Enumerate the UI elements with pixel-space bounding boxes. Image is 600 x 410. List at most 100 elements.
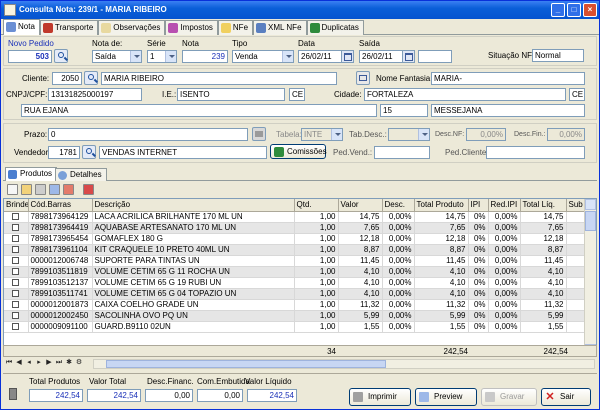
new-item-icon[interactable] [7, 184, 18, 195]
nota-de-select[interactable]: Saída [92, 50, 142, 63]
brinde-checkbox[interactable] [12, 212, 20, 220]
column-header[interactable]: Descrição [92, 199, 295, 212]
refresh-icon[interactable]: ⚙ [75, 359, 83, 367]
preview-button[interactable]: Preview [415, 388, 477, 406]
tab-nota[interactable]: Nota [3, 19, 40, 35]
tab-observacoes[interactable]: Observações [98, 20, 166, 35]
numero-field[interactable]: 15 [380, 104, 428, 117]
uf2-field[interactable]: CE [569, 88, 585, 101]
cliente-codigo-field[interactable]: 2050 [52, 72, 82, 85]
column-header[interactable]: Cód.Barras [28, 199, 93, 212]
chevron-down-icon[interactable] [165, 51, 176, 62]
cnpj-field[interactable]: 13131825000197 [48, 88, 142, 101]
table-row[interactable]: 0000012002450 SACOLINHA OVO PQ UN 1,00 5,99… [4, 310, 585, 322]
calendar-icon[interactable] [402, 51, 414, 62]
column-header[interactable]: Sub [566, 199, 585, 212]
novo-pedido-field[interactable]: 503 [8, 50, 52, 63]
chevron-down-icon[interactable] [418, 129, 429, 140]
brinde-checkbox[interactable] [12, 256, 20, 264]
prazo-button[interactable] [252, 127, 266, 141]
products-grid[interactable]: Brinde Cód.Barras Descrição Qtd. Valor Desc. T… [3, 198, 597, 356]
ie-field[interactable]: ISENTO [177, 88, 285, 101]
tab-duplicatas[interactable]: Duplicatas [306, 20, 364, 35]
table-row[interactable]: 0000009091100 GUARD.B9110 02UN 1,00 1,55 0,0… [4, 321, 585, 333]
tab-desc-select[interactable] [388, 128, 430, 141]
next-record-icon[interactable]: ▸ [35, 359, 43, 367]
imprimir-button[interactable]: Imprimir [349, 388, 411, 406]
edit-item-icon[interactable] [21, 184, 32, 195]
vendedor-codigo-field[interactable]: 1781 [48, 146, 80, 159]
cidade-field[interactable]: FORTALEZA [364, 88, 566, 101]
insert-record-icon[interactable]: ✱ [65, 359, 73, 367]
scroll-up-icon[interactable] [585, 199, 596, 210]
table-row[interactable]: 7898173964419 AQUABASE ARTESANATO 170 ML … [4, 222, 585, 234]
table-row[interactable]: 7898173965454 GOMAFLEX 180 G 1,00 12,18 0,00… [4, 233, 585, 245]
column-header[interactable]: Total Produto [414, 199, 469, 212]
saida-field[interactable]: 26/02/11 [359, 50, 415, 63]
delete-item-icon[interactable] [63, 184, 74, 195]
nota-field[interactable]: 239 [182, 50, 228, 63]
tipo-select[interactable]: Venda [232, 50, 294, 63]
hora-saida-field[interactable] [418, 50, 452, 63]
lot-item-icon[interactable] [83, 184, 94, 195]
rua-field[interactable]: RUA EJANA [21, 104, 377, 117]
column-header[interactable]: Valor [338, 199, 383, 212]
tab-xml-nfe[interactable]: XML NFe [253, 20, 307, 35]
nome-fantasia-field[interactable]: MARIA- [431, 72, 585, 85]
chevron-down-icon[interactable] [130, 51, 141, 62]
table-row[interactable]: 0000012006748 SUPORTE PARA TINTAS UN 1,00 1… [4, 255, 585, 267]
brinde-checkbox[interactable] [12, 300, 20, 308]
last-record-icon[interactable]: ⏭ [55, 359, 63, 367]
bairro-field[interactable]: MESSEJANA [431, 104, 585, 117]
brinde-checkbox[interactable] [12, 267, 20, 275]
column-header[interactable]: Desc. [382, 199, 415, 212]
column-header[interactable]: Total Líq. [520, 199, 567, 212]
table-row[interactable]: 7898173961104 KIT CRAQUELE 10 PRETO 40ML … [4, 244, 585, 256]
print-item-icon[interactable] [35, 184, 46, 195]
brinde-checkbox[interactable] [12, 311, 20, 319]
tab-nfe[interactable]: NFe [217, 20, 254, 35]
card-button[interactable] [356, 71, 370, 85]
table-row[interactable]: 7899103512137 VOLUME CETIM 65 G 19 RUBI U… [4, 277, 585, 289]
gravar-button[interactable]: Gravar [481, 388, 537, 406]
column-header[interactable]: Brinde [4, 199, 29, 212]
close-icon[interactable]: × [583, 3, 597, 17]
prev-record-icon[interactable]: ◂ [25, 359, 33, 367]
brinde-checkbox[interactable] [12, 322, 20, 330]
calendar-icon[interactable] [341, 51, 353, 62]
next-page-icon[interactable]: ▶ [45, 359, 53, 367]
cliente-nome-field[interactable]: MARIA RIBEIRO [101, 72, 337, 85]
horizontal-scrollbar[interactable] [93, 359, 595, 369]
vendedor-nome-field[interactable]: VENDAS INTERNET [99, 146, 267, 159]
brinde-checkbox[interactable] [12, 289, 20, 297]
column-header[interactable]: Qtd. [294, 199, 339, 212]
chevron-down-icon[interactable] [331, 129, 342, 140]
tab-transporte[interactable]: Transporte [39, 20, 99, 35]
tab-detalhes[interactable]: Detalhes [55, 168, 107, 181]
table-row[interactable]: 0000012001873 CAIXA COELHO GRADE UN 1,00 11… [4, 299, 585, 311]
desc-nf-field[interactable]: 0,00% [466, 128, 506, 141]
column-header[interactable]: IPI [468, 199, 489, 212]
search-cliente-button[interactable] [84, 71, 98, 85]
table-row[interactable]: 7899103511819 VOLUME CETIM 65 G 11 ROCHA … [4, 266, 585, 278]
comissoes-button[interactable]: Comissões [270, 144, 327, 159]
sair-button[interactable]: ✕ Sair [541, 388, 591, 406]
brinde-checkbox[interactable] [12, 245, 20, 253]
brinde-checkbox[interactable] [12, 234, 20, 242]
maximize-icon[interactable]: □ [567, 3, 581, 17]
tab-produtos[interactable]: Produtos [5, 167, 58, 181]
table-row[interactable]: 7898173964129 LACA ACRILICA BRILHANTE 170… [4, 211, 585, 223]
tab-impostos[interactable]: Impostos [165, 20, 218, 35]
search-vendedor-button[interactable] [82, 145, 96, 159]
first-record-icon[interactable]: ⏮ [5, 359, 13, 367]
h-scroll-thumb[interactable] [106, 360, 386, 368]
column-header[interactable]: Red.IPI [488, 199, 521, 212]
vertical-scrollbar[interactable] [584, 199, 596, 355]
prev-page-icon[interactable]: ◀ [15, 359, 23, 367]
ped-cliente-field[interactable] [486, 146, 585, 159]
search-pedido-button[interactable] [54, 49, 68, 63]
ped-vend-field[interactable] [374, 146, 430, 159]
minimize-icon[interactable]: _ [551, 3, 565, 17]
data-field[interactable]: 26/02/11 [298, 50, 354, 63]
search-item-icon[interactable] [49, 184, 60, 195]
